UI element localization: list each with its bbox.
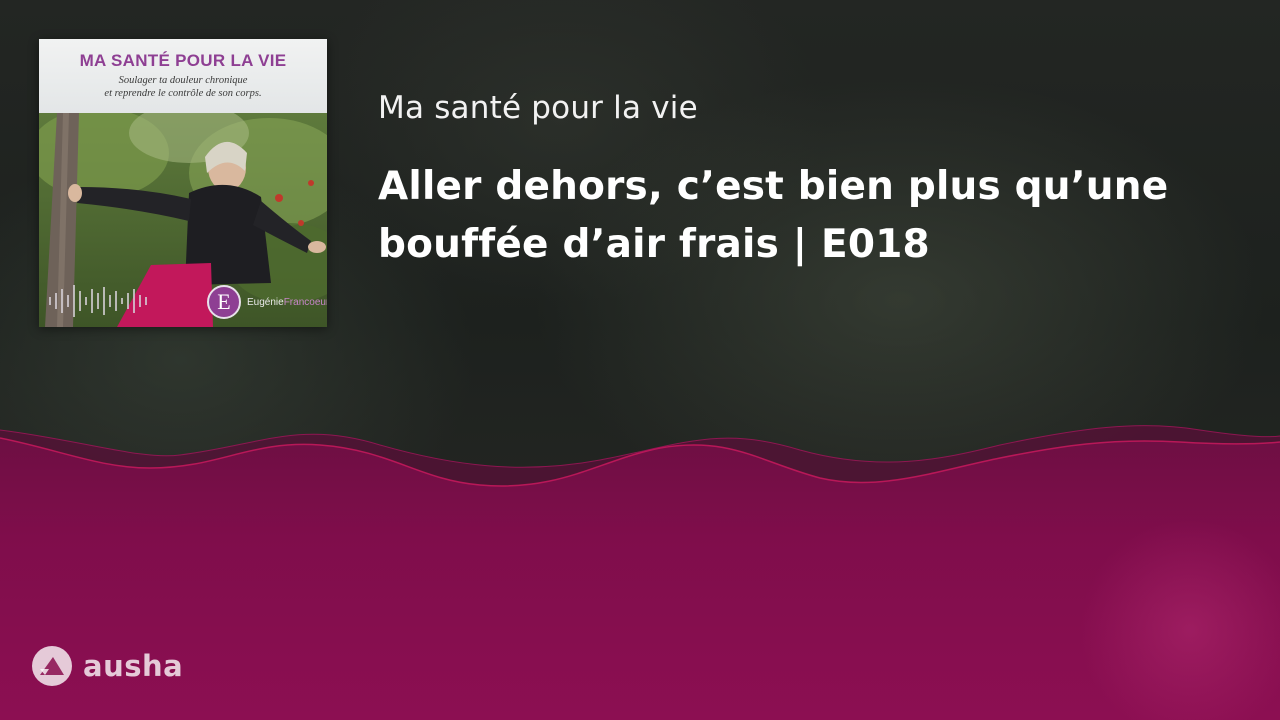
episode-title: Aller dehors, c’est bien plus qu’une bou… <box>378 164 1169 267</box>
cover-subtitle-line-1: Soulager ta douleur chronique <box>118 75 248 86</box>
video-frame: MA SANTÉ POUR LA VIE Soulager ta douleur… <box>0 0 1280 720</box>
ausha-logo-icon <box>32 646 72 686</box>
show-title: Ma santé pour la vie <box>378 90 698 126</box>
cover-title: MA SANTÉ POUR LA VIE <box>79 51 287 70</box>
audio-waveform <box>0 400 1280 720</box>
cover-subtitle: Soulager ta douleur chronique et reprend… <box>39 74 327 100</box>
author-first-name: Eugénie <box>247 296 284 308</box>
author-monogram-badge: E <box>207 285 241 319</box>
cover-header: MA SANTÉ POUR LA VIE Soulager ta douleur… <box>39 39 327 113</box>
cover-subtitle-line-2: et reprendre le contrôle de son corps. <box>104 88 262 99</box>
author-last-name: Francoeur <box>283 296 327 308</box>
cover-author-name: EugénieFrancoeur <box>247 297 327 308</box>
cover-author: E EugénieFrancoeur <box>207 285 327 319</box>
ausha-wordmark: ausha <box>83 649 184 683</box>
podcast-cover-art: MA SANTÉ POUR LA VIE Soulager ta douleur… <box>39 39 327 327</box>
ausha-brand: ausha <box>31 645 183 687</box>
